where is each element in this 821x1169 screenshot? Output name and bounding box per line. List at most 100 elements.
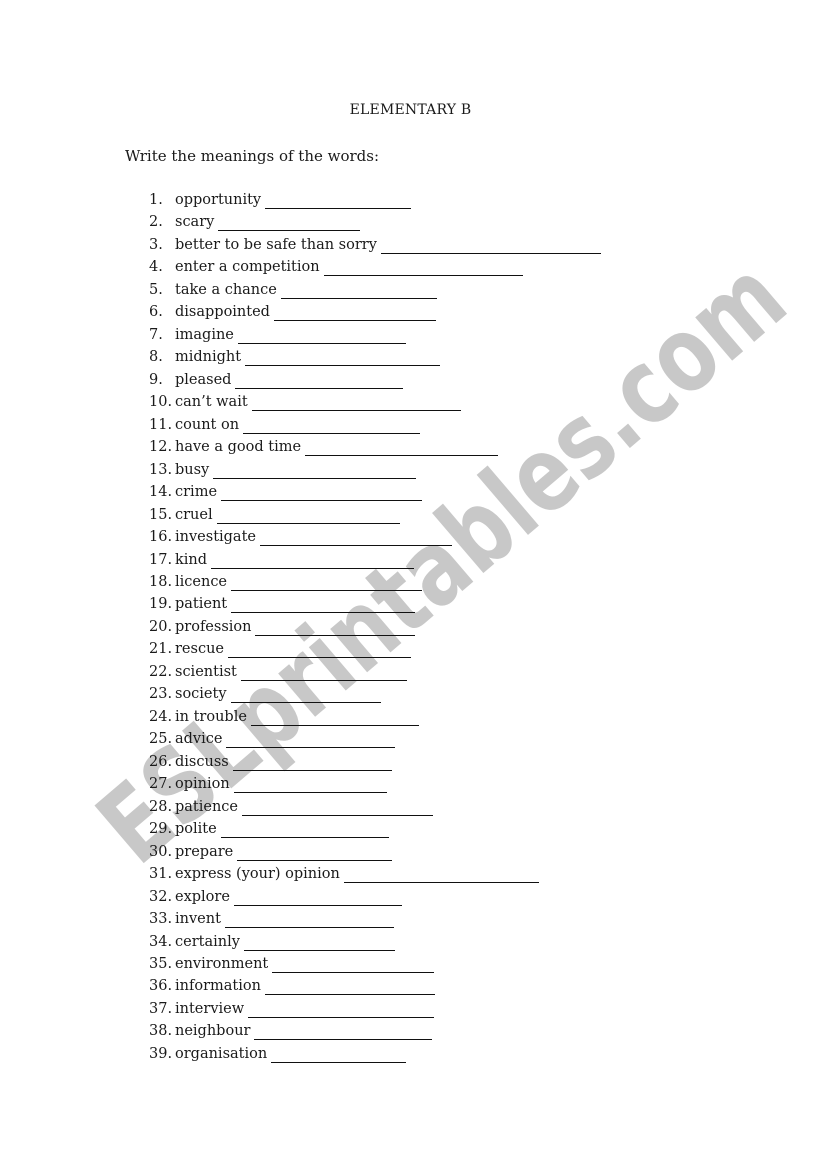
answer-blank[interactable]	[211, 567, 414, 569]
item-number: 11.	[149, 416, 173, 433]
answer-blank[interactable]	[255, 634, 415, 636]
list-item: 10. can’t wait	[149, 394, 461, 416]
item-number: 18.	[149, 573, 173, 590]
answer-blank[interactable]	[344, 882, 539, 884]
answer-blank[interactable]	[272, 971, 434, 973]
item-word: disappointed	[175, 304, 270, 321]
item-word: cruel	[175, 506, 213, 523]
answer-blank[interactable]	[271, 1061, 406, 1063]
answer-blank[interactable]	[233, 769, 392, 771]
list-item: 24. in trouble	[149, 708, 419, 731]
worksheet-title: ELEMENTARY B	[349, 102, 472, 118]
item-word: pleased	[175, 371, 232, 388]
answer-blank[interactable]	[213, 477, 416, 479]
item-word: discuss	[175, 753, 229, 770]
answer-blank[interactable]	[234, 792, 387, 794]
item-number: 28.	[149, 798, 173, 815]
item-number: 26.	[149, 753, 173, 770]
list-item: 8. midnight	[149, 349, 440, 371]
item-number: 36.	[149, 978, 173, 995]
list-item: 17. kind	[149, 552, 414, 574]
list-item: 25. advice	[149, 731, 395, 753]
item-number: 16.	[149, 529, 173, 546]
answer-blank[interactable]	[243, 432, 420, 434]
list-item: 33. invent	[149, 911, 394, 933]
list-item: 18. licence	[149, 573, 422, 596]
answer-blank[interactable]	[281, 297, 437, 299]
answer-blank[interactable]	[265, 994, 435, 996]
item-number: 6.	[149, 304, 163, 321]
item-number: 32.	[149, 888, 173, 905]
answer-blank[interactable]	[242, 814, 433, 816]
answer-blank[interactable]	[274, 320, 436, 322]
item-number: 27.	[149, 776, 173, 793]
list-item: 23. society	[149, 686, 381, 708]
item-word: imagine	[175, 326, 234, 343]
answer-blank[interactable]	[251, 724, 419, 726]
item-number: 21.	[149, 641, 173, 658]
item-word: midnight	[175, 349, 242, 366]
item-word: environment	[175, 955, 269, 972]
answer-blank[interactable]	[238, 342, 406, 344]
list-item: 14. crime	[149, 484, 422, 506]
item-word: opinion	[175, 776, 230, 793]
item-word: opportunity	[175, 192, 262, 208]
list-item: 37. interview	[149, 1000, 434, 1023]
item-number: 25.	[149, 731, 173, 748]
item-word: rescue	[175, 641, 224, 658]
answer-blank[interactable]	[226, 747, 395, 749]
list-item: 30. prepare	[149, 843, 392, 866]
item-number: 30.	[149, 843, 173, 860]
answer-blank[interactable]	[221, 500, 422, 502]
answer-blank[interactable]	[237, 859, 392, 861]
item-word: have a good time	[175, 439, 302, 456]
answer-blank[interactable]	[231, 702, 381, 704]
answer-blank[interactable]	[217, 522, 400, 524]
item-word: interview	[175, 1000, 245, 1017]
list-item: 6. disappointed	[149, 304, 436, 326]
item-word: express (your) opinion	[175, 866, 340, 883]
answer-blank[interactable]	[305, 455, 498, 457]
item-number: 20.	[149, 618, 173, 635]
answer-blank[interactable]	[260, 545, 452, 547]
answer-blank[interactable]	[218, 230, 360, 232]
answer-blank[interactable]	[324, 275, 523, 277]
item-number: 5.	[149, 281, 163, 298]
item-word: enter a competition	[175, 259, 320, 276]
answer-blank[interactable]	[254, 1039, 432, 1041]
answer-blank[interactable]	[225, 927, 394, 929]
list-item: 28. patience	[149, 798, 433, 821]
answer-blank[interactable]	[235, 387, 403, 389]
item-number: 37.	[149, 1000, 173, 1017]
item-word: can’t wait	[175, 394, 248, 411]
answer-blank[interactable]	[265, 208, 411, 209]
item-word: licence	[175, 573, 228, 590]
answer-blank[interactable]	[221, 837, 389, 839]
worksheet-page: ESLprintables.com ELEMENTARY B Write the…	[0, 0, 821, 1169]
list-item: 21. rescue	[149, 641, 411, 663]
answer-blank[interactable]	[381, 252, 601, 254]
list-item: 36. information	[149, 978, 435, 1000]
item-word: prepare	[175, 843, 234, 860]
answer-blank[interactable]	[228, 657, 411, 659]
answer-blank[interactable]	[244, 949, 395, 951]
answer-blank[interactable]	[234, 904, 402, 906]
item-word: crime	[175, 484, 218, 501]
answer-blank[interactable]	[231, 612, 415, 614]
answer-blank[interactable]	[248, 1016, 434, 1018]
answer-blank[interactable]	[245, 365, 440, 367]
answer-blank[interactable]	[241, 679, 407, 681]
item-number: 8.	[149, 349, 163, 366]
list-item: 1. opportunity	[149, 192, 411, 214]
list-item: 5. take a chance	[149, 281, 437, 304]
list-item: 19. patient	[149, 596, 415, 618]
item-word: scary	[175, 214, 215, 231]
item-word: investigate	[175, 529, 256, 546]
answer-blank[interactable]	[231, 589, 422, 591]
list-item: 16. investigate	[149, 529, 452, 551]
item-word: in trouble	[175, 708, 247, 725]
answer-blank[interactable]	[252, 410, 461, 412]
item-number: 10.	[149, 394, 173, 411]
item-word: profession	[175, 618, 252, 635]
item-number: 39.	[149, 1045, 173, 1062]
